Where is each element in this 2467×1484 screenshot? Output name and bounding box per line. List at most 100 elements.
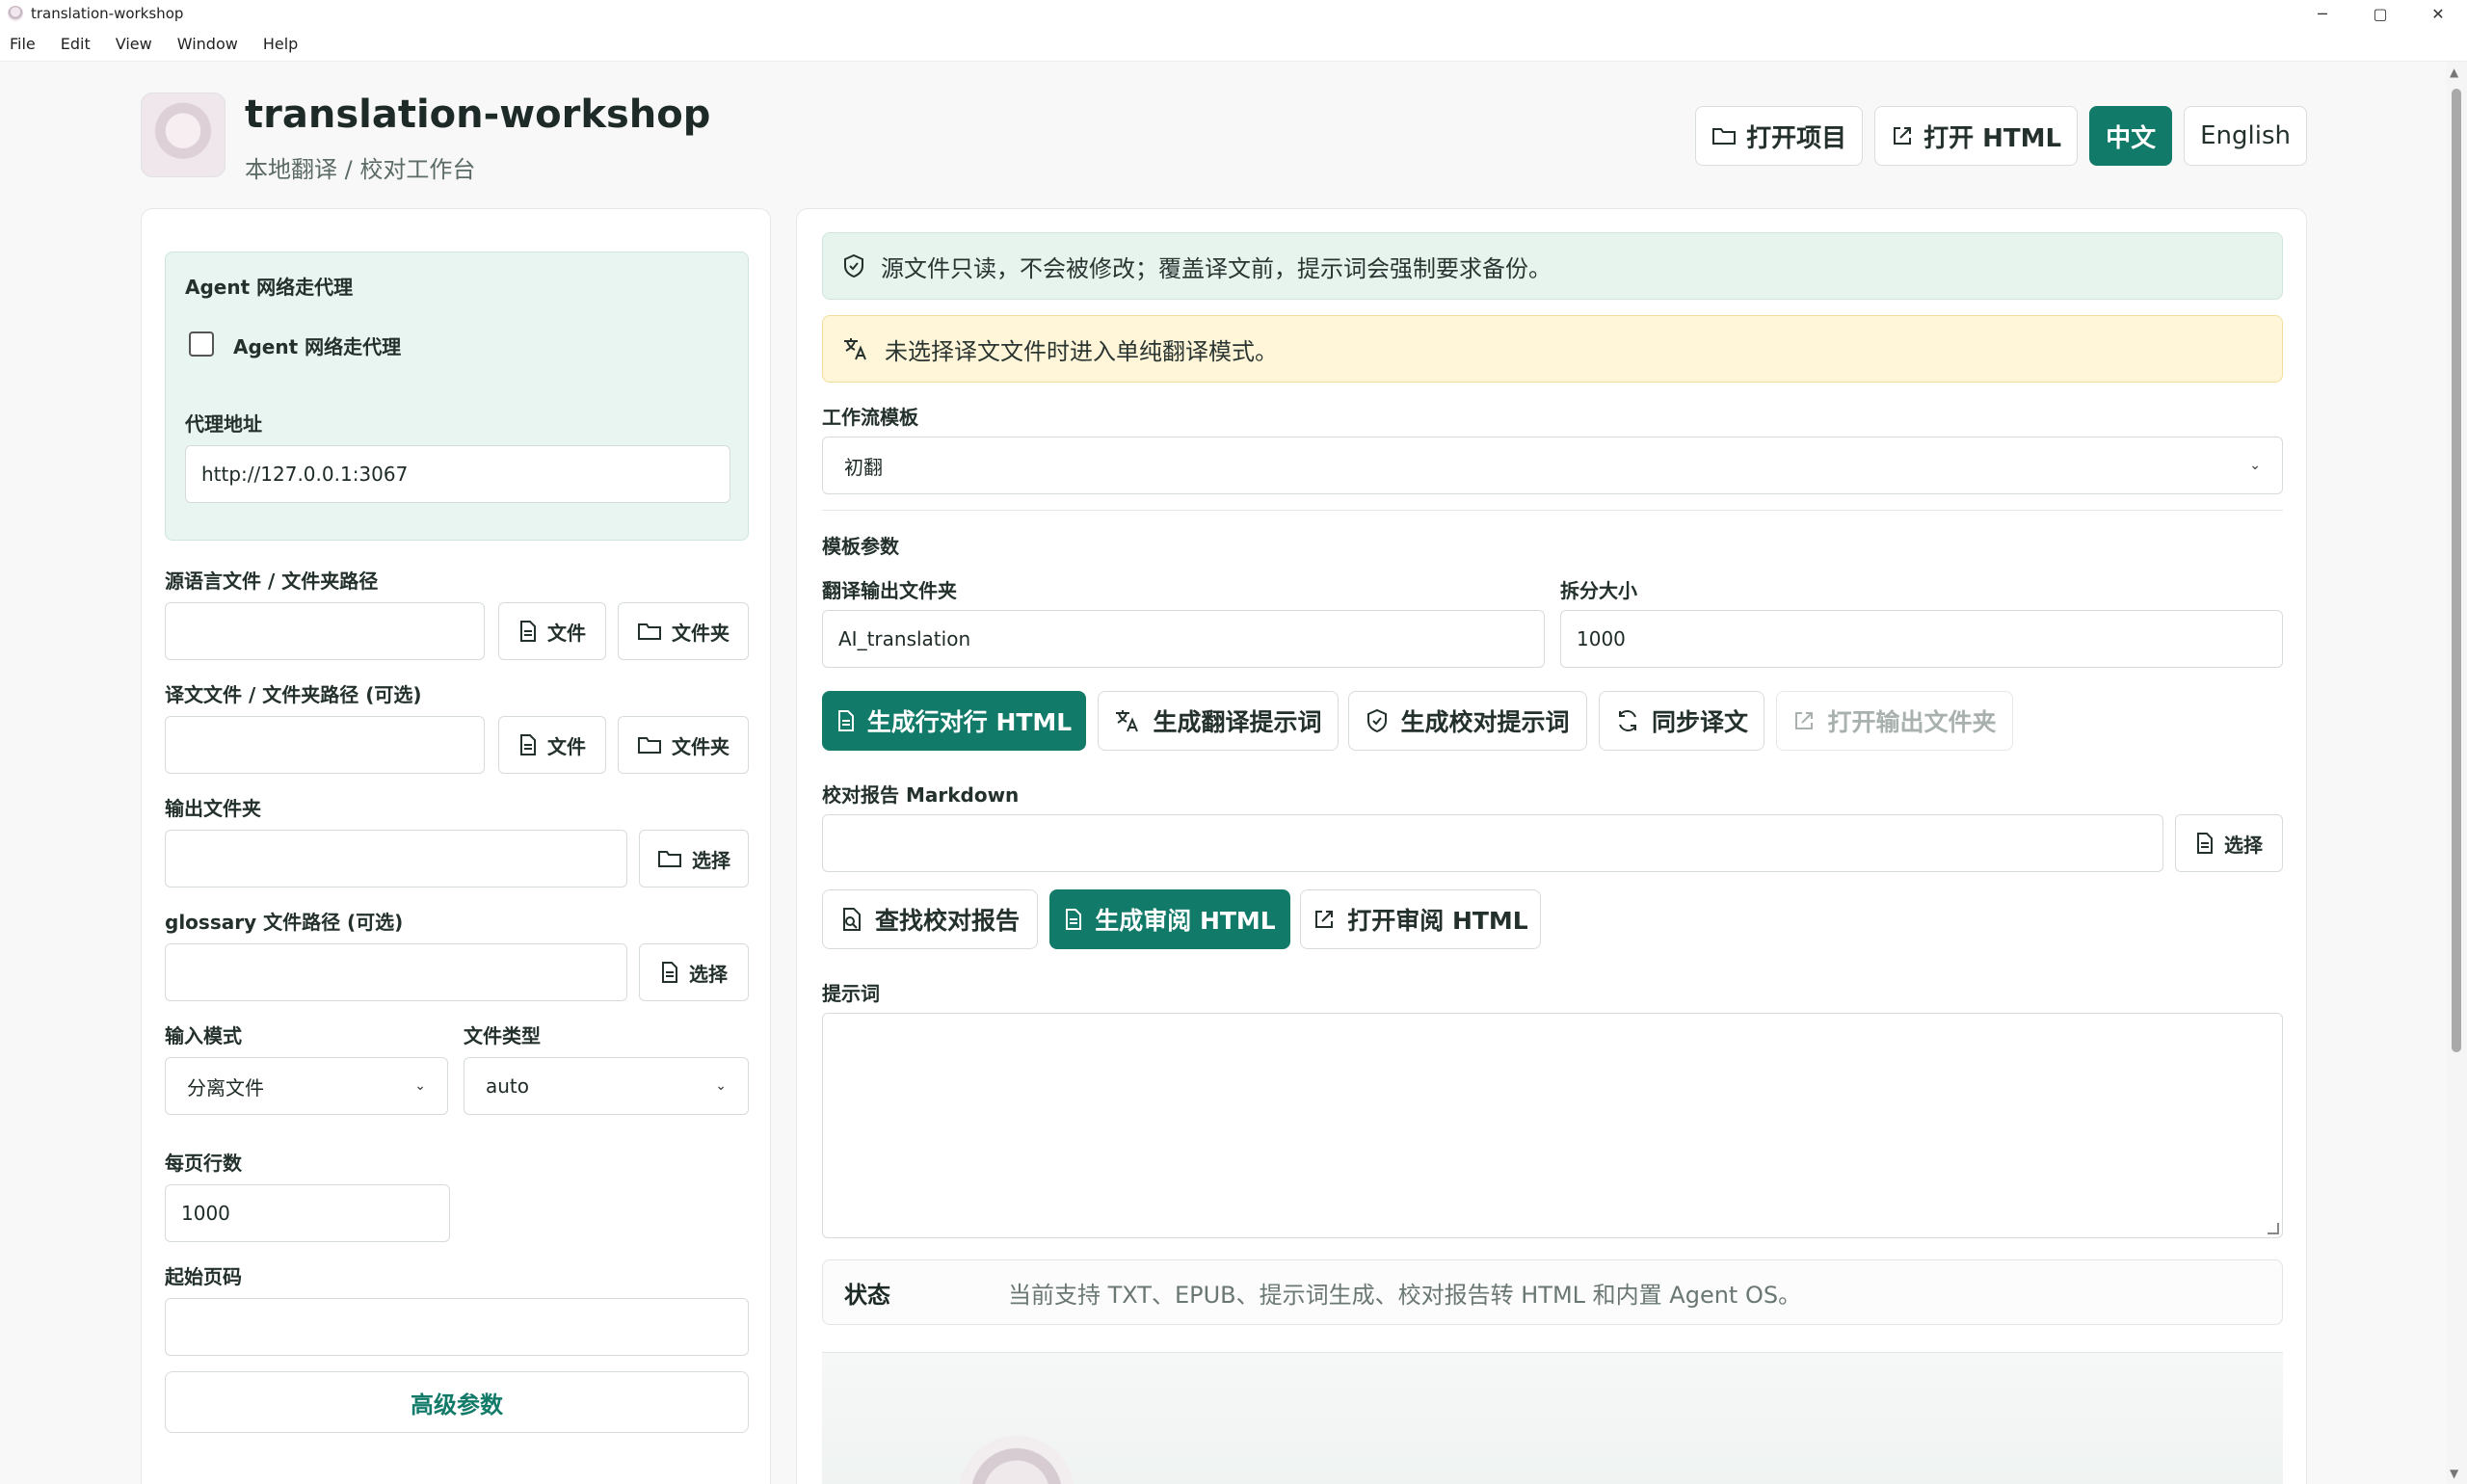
sync-translation-button[interactable]: 同步译文 <box>1599 691 1764 751</box>
sync-icon <box>1615 708 1640 733</box>
lines-per-page-label: 每页行数 <box>165 1152 242 1175</box>
app-header: translation-workshop 本地翻译 / 校对工作台 打开项目 打… <box>141 93 2307 183</box>
proxy-address-input[interactable]: http://127.0.0.1:3067 <box>185 445 730 503</box>
target-folder-button[interactable]: 文件夹 <box>618 716 749 774</box>
source-path-input[interactable] <box>165 602 485 660</box>
workflow-label: 工作流模板 <box>822 406 918 429</box>
external-link-icon <box>1891 124 1914 147</box>
proxy-section: Agent 网络走代理 Agent 网络走代理 代理地址 http://127.… <box>165 252 749 541</box>
target-path-label: 译文文件 / 文件夹路径 (可选) <box>165 683 422 706</box>
source-folder-button[interactable]: 文件夹 <box>618 602 749 660</box>
close-button[interactable]: ✕ <box>2409 0 2467 27</box>
template-params-label: 模板参数 <box>822 535 899 558</box>
folder-icon <box>1711 125 1737 146</box>
chevron-down-icon: ⌄ <box>2249 458 2261 473</box>
shield-icon <box>1366 708 1389 733</box>
title-bar: translation-workshop ─ ▢ ✕ <box>0 0 2467 27</box>
input-mode-select[interactable]: 分离文件 ⌄ <box>165 1057 448 1115</box>
page-scrollbar[interactable]: ▲ ▼ <box>2446 62 2467 1484</box>
glossary-choose-button[interactable]: 选择 <box>639 943 749 1001</box>
gen-review-html-button[interactable]: 生成审阅 HTML <box>1049 889 1290 949</box>
translation-output-label: 翻译输出文件夹 <box>822 579 957 602</box>
file-type-select[interactable]: auto ⌄ <box>464 1057 749 1115</box>
open-output-folder-button[interactable]: 打开输出文件夹 <box>1776 691 2013 751</box>
start-page-input[interactable] <box>165 1298 749 1356</box>
scrollbar-thumb[interactable] <box>2452 89 2461 1052</box>
header-actions: 打开项目 打开 HTML 中文 English <box>1695 106 2307 166</box>
file-icon <box>2195 832 2215 855</box>
proxy-checkbox[interactable] <box>189 331 214 357</box>
mode-notice: 未选择译文文件时进入单纯翻译模式。 <box>822 315 2283 383</box>
report-markdown-input[interactable] <box>822 814 2163 872</box>
left-panel: Agent 网络走代理 Agent 网络走代理 代理地址 http://127.… <box>141 208 771 1484</box>
chevron-down-icon: ⌄ <box>414 1078 426 1094</box>
workflow-select[interactable]: 初翻 ⌄ <box>822 437 2283 494</box>
translate-icon <box>1114 708 1141 733</box>
source-file-button[interactable]: 文件 <box>498 602 606 660</box>
window-title: translation-workshop <box>31 5 184 22</box>
output-folder-input[interactable] <box>165 830 627 888</box>
proxy-checkbox-label[interactable]: Agent 网络走代理 <box>233 331 401 359</box>
split-size-input[interactable]: 1000 <box>1560 610 2283 668</box>
split-size-label: 拆分大小 <box>1560 579 1637 602</box>
menu-bar: File Edit View Window Help <box>0 27 2467 62</box>
open-review-html-button[interactable]: 打开审阅 HTML <box>1300 889 1541 949</box>
menu-file[interactable]: File <box>10 35 36 53</box>
lang-zh-button[interactable]: 中文 <box>2089 106 2173 166</box>
file-icon <box>518 733 538 756</box>
prompt-label: 提示词 <box>822 982 880 1005</box>
lines-per-page-input[interactable]: 1000 <box>165 1184 450 1242</box>
proxy-section-title: Agent 网络走代理 <box>185 276 354 299</box>
gen-translate-prompt-button[interactable]: 生成翻译提示词 <box>1098 691 1339 751</box>
chevron-down-icon: ⌄ <box>715 1078 727 1094</box>
page-title: translation-workshop <box>245 93 711 137</box>
minimize-button[interactable]: ─ <box>2294 0 2351 27</box>
translation-output-input[interactable]: AI_translation <box>822 610 1545 668</box>
external-link-icon <box>1792 709 1816 732</box>
menu-view[interactable]: View <box>116 35 152 53</box>
output-folder-label: 输出文件夹 <box>165 797 261 820</box>
file-icon <box>660 961 679 984</box>
input-mode-label: 输入模式 <box>165 1024 242 1047</box>
start-page-label: 起始页码 <box>165 1265 242 1288</box>
open-html-button[interactable]: 打开 HTML <box>1874 106 2079 166</box>
file-type-label: 文件类型 <box>464 1024 541 1047</box>
window-controls: ─ ▢ ✕ <box>2294 0 2467 27</box>
report-markdown-label: 校对报告 Markdown <box>822 783 1020 807</box>
proxy-address-label: 代理地址 <box>185 412 262 436</box>
scroll-up-icon[interactable]: ▲ <box>2450 66 2458 79</box>
menu-window[interactable]: Window <box>177 35 238 53</box>
lang-en-button[interactable]: English <box>2184 106 2307 166</box>
glossary-path-label: glossary 文件路径 (可选) <box>165 911 404 934</box>
menu-help[interactable]: Help <box>263 35 298 53</box>
divider <box>822 510 2283 511</box>
mascot-image <box>959 1436 1074 1484</box>
maximize-button[interactable]: ▢ <box>2351 0 2409 27</box>
gen-parallel-html-button[interactable]: 生成行对行 HTML <box>822 691 1086 751</box>
source-path-label: 源语言文件 / 文件夹路径 <box>165 570 379 593</box>
status-label: 状态 <box>844 1281 890 1309</box>
resize-handle-icon[interactable] <box>2268 1223 2279 1234</box>
right-panel: 源文件只读，不会被修改；覆盖译文前，提示词会强制要求备份。 未选择译文文件时进入… <box>796 208 2307 1484</box>
prompt-textarea[interactable] <box>822 1013 2283 1238</box>
target-path-input[interactable] <box>165 716 485 774</box>
file-icon <box>1064 908 1083 931</box>
app-icon <box>8 6 23 21</box>
output-choose-button[interactable]: 选择 <box>639 830 749 888</box>
scroll-down-icon[interactable]: ▼ <box>2450 1467 2458 1480</box>
folder-icon <box>657 848 682 869</box>
report-choose-button[interactable]: 选择 <box>2175 814 2283 872</box>
folder-icon <box>637 734 662 755</box>
glossary-path-input[interactable] <box>165 943 627 1001</box>
open-project-button[interactable]: 打开项目 <box>1695 106 1864 166</box>
translate-icon <box>842 336 869 361</box>
external-link-icon <box>1313 908 1336 931</box>
menu-edit[interactable]: Edit <box>61 35 91 53</box>
gen-review-prompt-button[interactable]: 生成校对提示词 <box>1348 691 1587 751</box>
status-text: 当前支持 TXT、EPUB、提示词生成、校对报告转 HTML 和内置 Agent… <box>1008 1281 1802 1309</box>
target-file-button[interactable]: 文件 <box>498 716 606 774</box>
page-subtitle: 本地翻译 / 校对工作台 <box>245 156 476 183</box>
find-report-button[interactable]: 查找校对报告 <box>822 889 1038 949</box>
file-search-icon <box>840 907 863 932</box>
advanced-params-button[interactable]: 高级参数 <box>165 1371 749 1433</box>
